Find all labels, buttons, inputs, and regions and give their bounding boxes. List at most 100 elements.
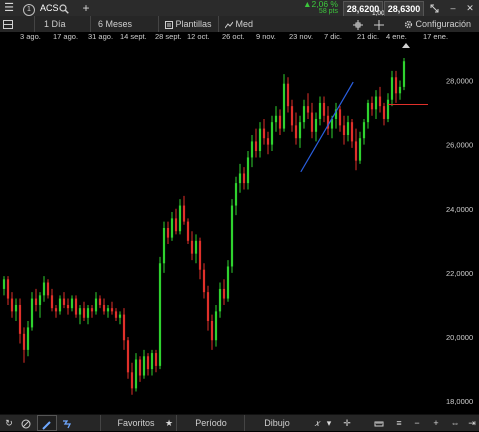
candle-body [182,205,186,222]
candle-body [190,240,194,254]
candle-body [198,240,202,270]
symbol-name[interactable]: ACS [40,0,59,16]
expand-icon[interactable] [428,0,440,16]
candle-body [14,304,18,312]
buy-price-button[interactable]: 28,6300 [384,1,424,17]
candle-body [394,77,398,94]
candle-body [186,221,190,241]
crosshair-icon[interactable] [352,16,364,32]
candle-body [106,308,110,312]
minimize-icon[interactable]: – [447,0,459,16]
candle-body [390,77,394,100]
configuration-label: Configuración [415,19,472,29]
candle-body [306,106,310,113]
drawing-tools-icon[interactable] [58,415,76,431]
star-icon[interactable]: ★ [162,415,176,431]
pen-icon[interactable] [37,415,57,431]
candle-body [194,240,198,254]
favorites-button[interactable]: Favoritos [100,415,171,431]
candle-body [102,304,106,312]
symbol-bar: ☰ 1 ACS + ▲2,06 % 58 pts 28,6200 1,00 28… [0,0,479,17]
price-change: ▲2,06 % 58 pts [300,0,340,16]
candle-body [366,102,370,123]
date-label: 17 ago. [53,32,79,41]
candle-body [34,298,38,305]
price-tick-label: 26,0000 [446,141,473,150]
candle-body [226,266,230,299]
candle-body [94,298,98,312]
search-icon[interactable] [58,0,70,16]
candle-body [86,308,90,318]
indicator-dropdown[interactable]: Med [218,16,265,32]
candle-body [354,141,358,161]
candle-body [54,308,58,312]
add-tab-icon[interactable]: + [80,0,92,16]
chevron-down-icon[interactable]: ▾ [324,415,334,431]
zoom-in-icon[interactable]: + [429,415,443,431]
candle-body [314,118,318,132]
candle-body [114,311,118,318]
candle-body [258,128,262,152]
candle-body [402,61,406,87]
candle-body [338,109,342,126]
candle-body [206,292,210,321]
candle-body [62,298,66,305]
candle-body [246,157,250,184]
templates-dropdown[interactable]: Plantillas [158,16,225,32]
period-button[interactable]: Período [176,415,245,431]
layout-icon[interactable] [2,16,14,32]
candle-body [122,314,126,341]
no-drawing-icon[interactable] [18,415,34,431]
menu-icon[interactable]: ☰ [2,0,16,16]
candle-body [362,122,366,139]
candle-body [234,183,238,206]
date-label: 26 oct. [222,32,245,41]
candle-body [170,218,174,238]
date-label: 17 ene. [423,32,449,41]
price-tick-label: 18,0000 [446,397,473,406]
change-points: 58 pts [318,8,338,15]
candle-body [126,340,130,373]
bottom-toolbar: ↻ Favoritos ★ Período Dibujo 𝑥 ▾ ✛ ≡ − +… [0,414,479,431]
candle-body [154,353,158,366]
candle-body [254,141,258,152]
range-dropdown[interactable]: 6 Meses [90,16,166,32]
candle-body [174,218,178,232]
candle-body [162,228,166,264]
candle-body [282,83,286,129]
drawing-button[interactable]: Dibujo [244,415,309,431]
candle-body [358,138,362,161]
crosshair-tool-icon[interactable]: ✛ [340,415,354,431]
candle-body [398,86,402,94]
candle-body [2,279,6,289]
candle-body [278,115,282,129]
instance-badge[interactable]: 1 [22,0,36,16]
candle-body [386,99,390,119]
candle-body [346,122,350,135]
configuration-button[interactable]: Configuración [404,16,479,32]
date-label: 21 dic. [357,32,380,41]
price-tick-label: 20,0000 [446,333,473,342]
candle-body [298,122,302,139]
candle-body [318,102,322,119]
candle-body [18,304,22,334]
candle-body [322,102,326,116]
candle-body [270,122,274,145]
list-icon[interactable]: ≡ [392,415,406,431]
close-icon[interactable]: ✕ [464,0,476,16]
candle-body [202,269,206,293]
function-icon[interactable]: 𝑥 [310,415,324,431]
templates-label: Plantillas [175,19,212,29]
pan-icon[interactable]: ⇔ [448,415,462,431]
ruler-icon[interactable] [372,415,386,431]
refresh-icon[interactable]: ↻ [2,415,16,431]
go-to-last-icon[interactable]: ⇥ [465,415,479,431]
candle-body [10,298,14,312]
cursor-icon[interactable] [373,16,385,32]
price-chart[interactable]: 28,0000 26,0000 24,0000 22,0000 20,0000 18,00… [0,42,479,414]
candle-body [286,83,290,107]
chart-toolbar: 1 Día 6 Meses Plantillas Med Configuraci… [0,16,479,33]
indicator-label: Med [235,19,254,29]
zoom-out-icon[interactable]: − [410,415,424,431]
date-label: 23 nov. [289,32,314,41]
